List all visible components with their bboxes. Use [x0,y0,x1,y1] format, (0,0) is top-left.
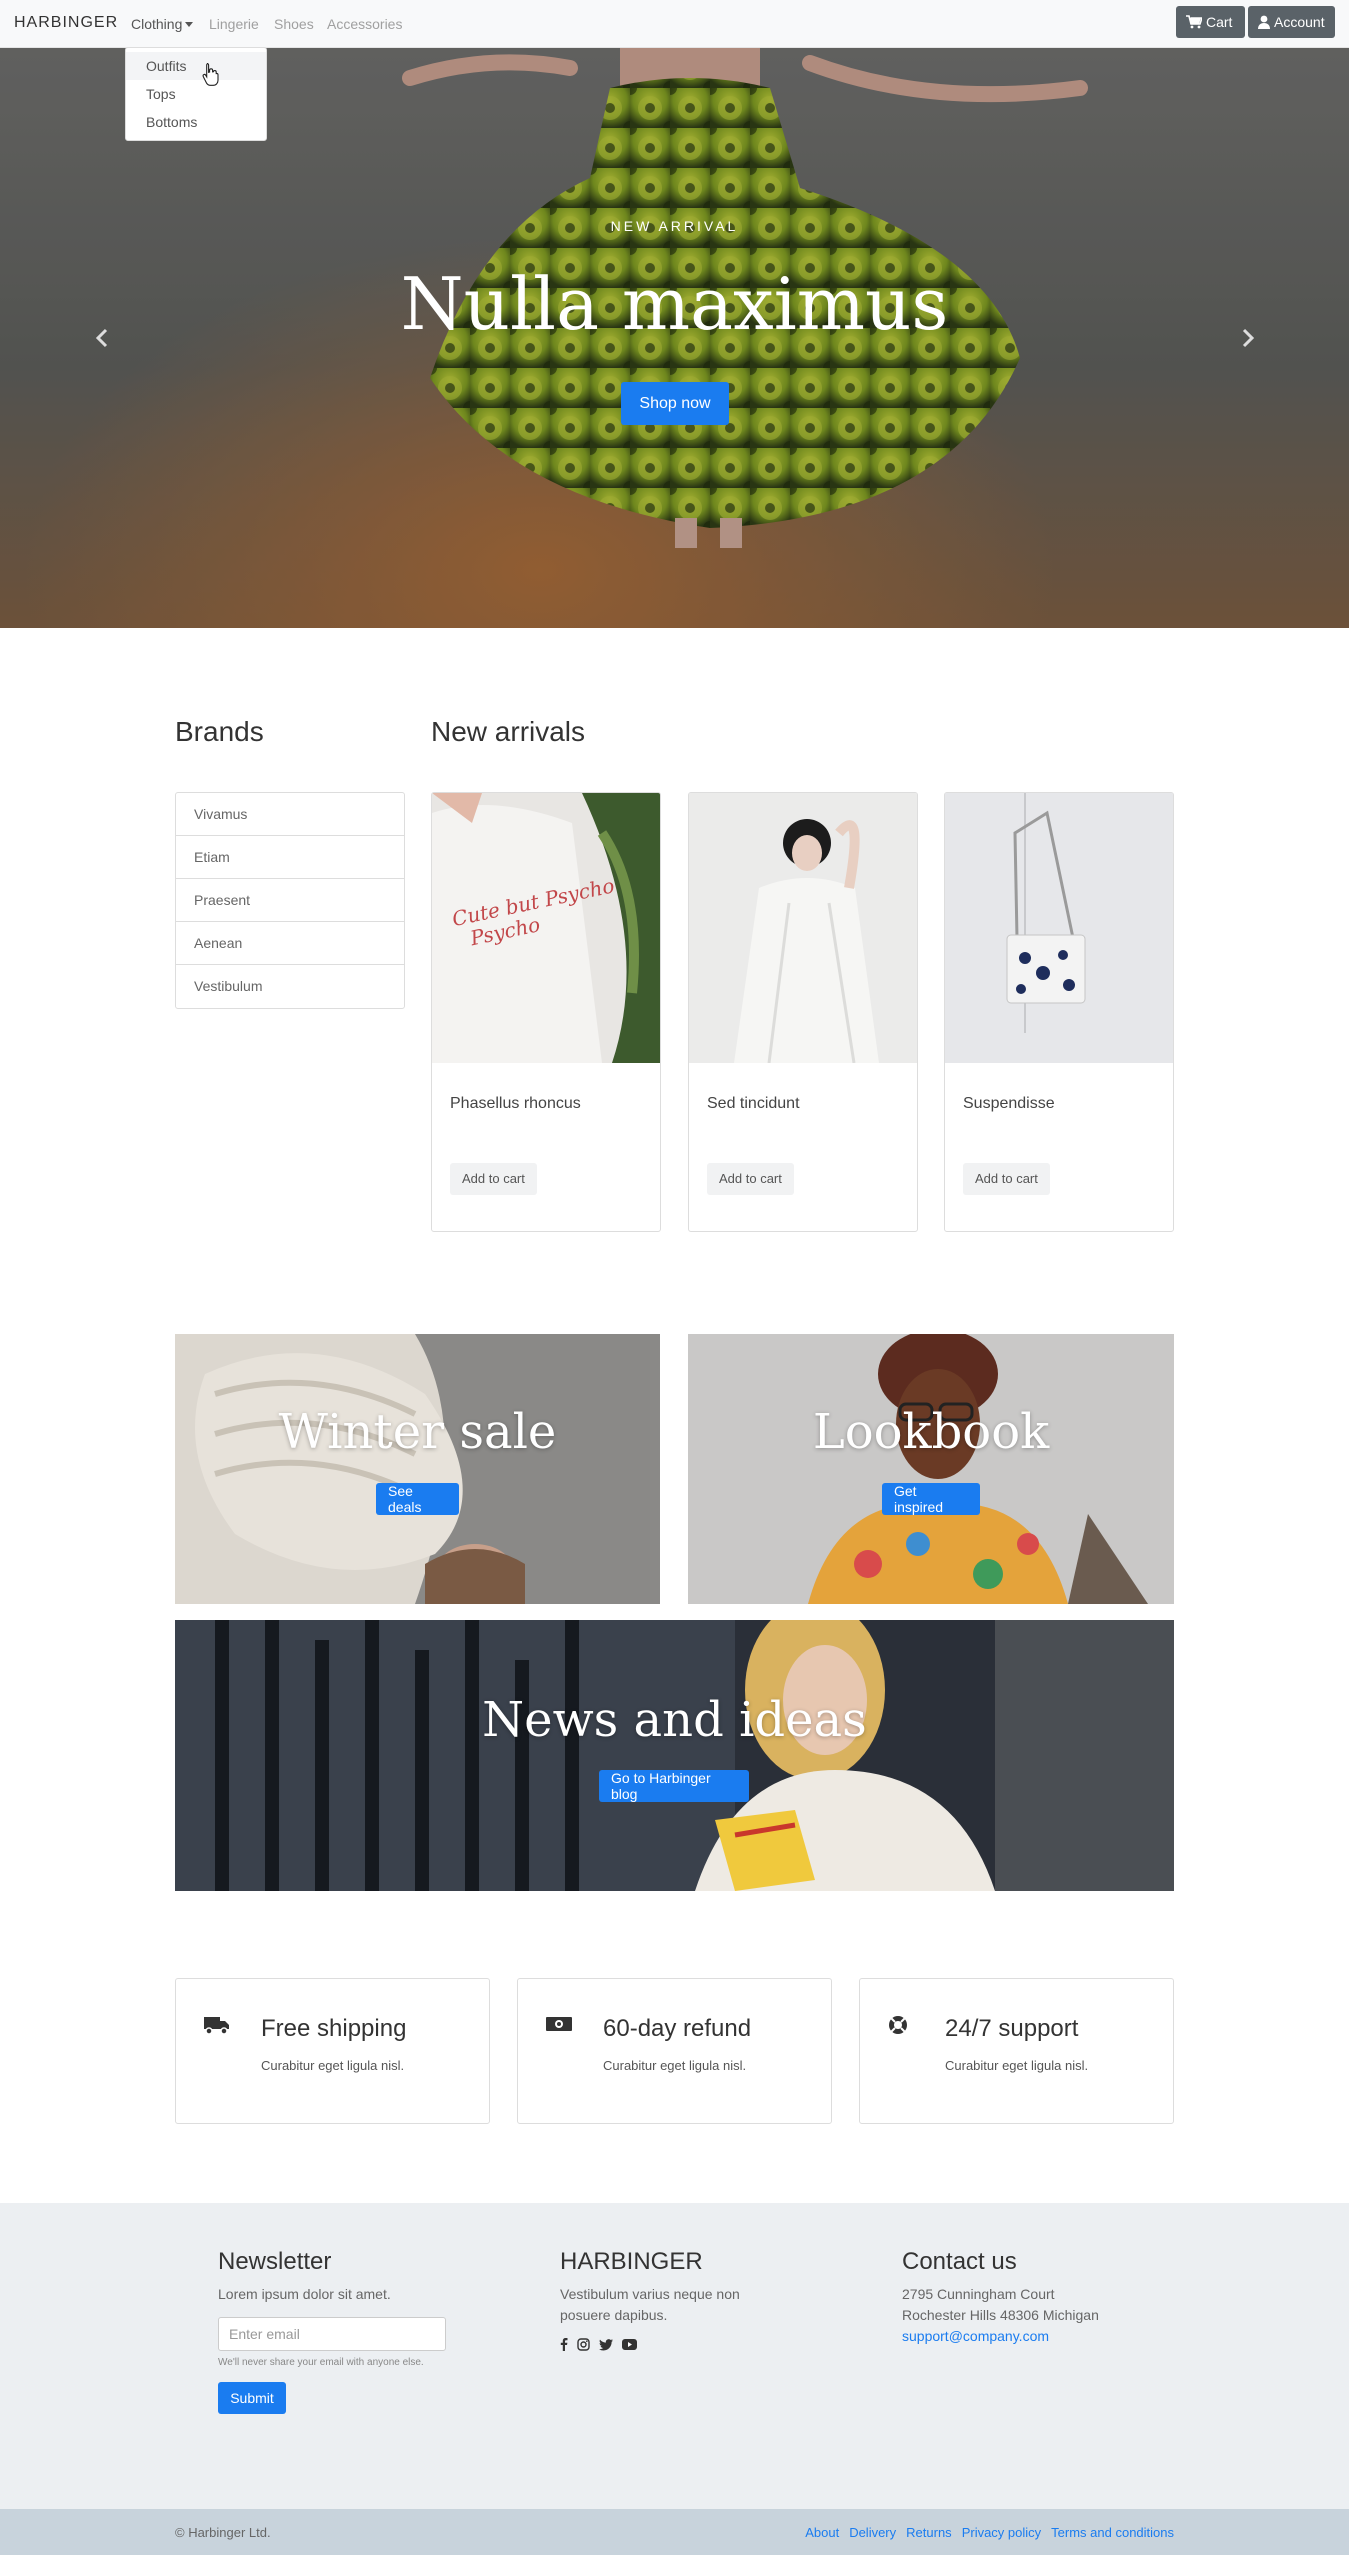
add-to-cart-button[interactable]: Add to cart [450,1163,537,1195]
news-and-ideas-title: News and ideas [482,1692,867,1748]
lookbook-tile[interactable]: Lookbook Get inspired [688,1334,1174,1604]
hand-cursor-icon [202,62,219,86]
feature-24-7-support: 24/7 support Curabitur eget ligula nisl. [859,1978,1174,2124]
submit-button[interactable]: Submit [218,2382,286,2414]
cart-button[interactable]: Cart [1176,6,1245,38]
feature-60-day-refund: 60-day refund Curabitur eget ligula nisl… [517,1978,832,2124]
brands-list: Vivamus Etiam Praesent Aenean Vestibulum [175,792,405,1009]
feature-title: 60-day refund [603,2015,752,2042]
top-navbar: HARBINGER Clothing Lingerie Shoes Access… [0,0,1349,48]
hero-eyebrow: NEW ARRIVAL [610,218,739,234]
see-deals-button[interactable]: See deals [376,1483,459,1515]
feature-text: Curabitur eget ligula nisl. [261,2058,405,2073]
instagram-icon[interactable] [577,2338,590,2351]
hero-title: Nulla maximus [400,262,949,346]
brand-item-praesent[interactable]: Praesent [176,879,404,922]
news-and-ideas-tile[interactable]: News and ideas Go to Harbinger blog [175,1620,1174,1891]
copyright: © Harbinger Ltd. [175,2525,271,2540]
youtube-icon[interactable] [622,2339,637,2350]
contact-email-link[interactable]: support@company.com [902,2326,1099,2347]
chevron-right-icon[interactable] [1238,326,1258,350]
product-image[interactable] [945,793,1173,1063]
truck-icon [204,2017,229,2035]
footer-link-returns[interactable]: Returns [906,2525,952,2540]
footer-links: About Delivery Returns Privacy policy Te… [805,2525,1174,2540]
brand-item-etiam[interactable]: Etiam [176,836,404,879]
email-field[interactable] [218,2317,446,2351]
feature-text: Curabitur eget ligula nisl. [603,2058,747,2073]
footer-link-privacy-policy[interactable]: Privacy policy [962,2525,1041,2540]
footer: Newsletter Lorem ipsum dolor sit amet. W… [0,2203,1349,2509]
product-image[interactable]: Cute but Psycho Psycho [432,793,660,1063]
dropdown-item-tops[interactable]: Tops [126,80,266,108]
new-arrivals-heading: New arrivals [431,716,586,747]
go-to-blog-button[interactable]: Go to Harbinger blog [599,1770,749,1802]
brand-logo[interactable]: HARBINGER [14,14,118,32]
contact-address-line1: 2795 Cunningham Court [902,2286,1055,2302]
product-card: Suspendisse Add to cart [944,792,1174,1232]
brands-heading: Brands [175,716,264,747]
nav-link-clothing[interactable]: Clothing [131,16,194,32]
user-icon [1258,15,1270,29]
chevron-left-icon[interactable] [92,326,112,350]
winter-sale-image [175,1334,660,1604]
chevron-down-icon [185,22,194,27]
news-and-ideas-image [175,1620,1174,1891]
lookbook-image [688,1334,1174,1604]
newsletter-section: Newsletter Lorem ipsum dolor sit amet. W… [218,2248,446,2414]
feature-title: 24/7 support [945,2015,1079,2042]
about-text-line2: posuere dapibus. [560,2307,668,2323]
lifebuoy-icon [889,2016,907,2034]
feature-text: Curabitur eget ligula nisl. [945,2058,1089,2073]
product-card: Cute but Psycho Psycho Phasellus rhoncus… [431,792,661,1232]
brand-item-vivamus[interactable]: Vivamus [176,793,404,836]
social-links [560,2338,740,2351]
newsletter-heading: Newsletter [218,2248,332,2275]
product-name[interactable]: Suspendisse [963,1095,1055,1113]
nav-link-accessories[interactable]: Accessories [327,16,402,32]
nav-link-shoes[interactable]: Shoes [274,16,314,32]
feature-free-shipping: Free shipping Curabitur eget ligula nisl… [175,1978,490,2124]
add-to-cart-button[interactable]: Add to cart [963,1163,1050,1195]
account-button[interactable]: Account [1248,6,1335,38]
facebook-icon[interactable] [560,2338,568,2351]
footer-brand: HARBINGER [560,2248,703,2275]
feature-title: Free shipping [261,2015,407,2042]
dropdown-item-bottoms[interactable]: Bottoms [126,108,266,136]
brand-item-aenean[interactable]: Aenean [176,922,404,965]
add-to-cart-button[interactable]: Add to cart [707,1163,794,1195]
footer-link-about[interactable]: About [805,2525,839,2540]
newsletter-text: Lorem ipsum dolor sit amet. [218,2286,391,2302]
dropdown-item-outfits[interactable]: Outfits [126,52,266,80]
about-section: HARBINGER Vestibulum varius neque non po… [560,2248,740,2351]
money-icon [546,2017,572,2031]
contact-address-line2: Rochester Hills 48306 Michigan [902,2307,1099,2323]
get-inspired-button[interactable]: Get inspired [882,1483,980,1515]
brand-item-vestibulum[interactable]: Vestibulum [176,965,404,1008]
shop-now-button[interactable]: Shop now [621,382,729,425]
product-card: Sed tincidunt Add to cart [688,792,918,1232]
email-help-text: We'll never share your email with anyone… [218,2357,424,2368]
product-image[interactable] [689,793,917,1063]
contact-heading: Contact us [902,2248,1017,2275]
contact-section: Contact us 2795 Cunningham Court Rochest… [902,2248,1099,2347]
product-name[interactable]: Phasellus rhoncus [450,1095,581,1113]
winter-sale-tile[interactable]: Winter sale See deals [175,1334,660,1604]
footer-link-delivery[interactable]: Delivery [849,2525,896,2540]
clothing-dropdown-menu: Outfits Tops Bottoms [125,47,267,141]
winter-sale-title: Winter sale [278,1404,557,1460]
bottom-bar: © Harbinger Ltd. About Delivery Returns … [0,2509,1349,2555]
cart-icon [1186,15,1202,29]
twitter-icon[interactable] [599,2338,613,2351]
footer-link-terms[interactable]: Terms and conditions [1051,2525,1174,2540]
nav-link-lingerie[interactable]: Lingerie [209,16,259,32]
product-name[interactable]: Sed tincidunt [707,1095,800,1113]
lookbook-title: Lookbook [812,1404,1050,1460]
about-text-line1: Vestibulum varius neque non [560,2286,740,2302]
